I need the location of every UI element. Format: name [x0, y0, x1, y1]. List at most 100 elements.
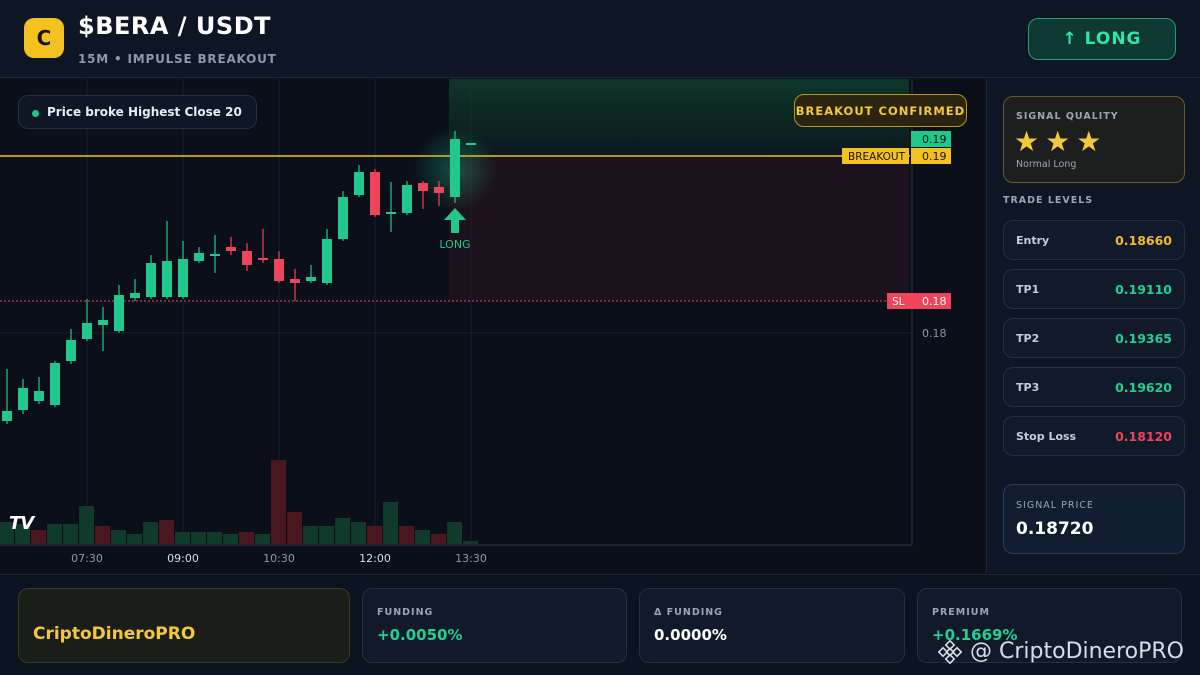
breakout-info-text: Price broke Highest Close 20 [47, 105, 242, 119]
candle-body [226, 247, 236, 251]
volume-bar [335, 518, 350, 544]
level-name: TP3 [1016, 381, 1040, 394]
candle-body [322, 239, 332, 283]
candle-body [2, 411, 12, 421]
signal-quality-title: SIGNAL QUALITY [1016, 111, 1119, 122]
footer: CriptoDineroPRO FUNDING +0.0050% Δ FUNDI… [0, 574, 1200, 675]
volume-bar [223, 534, 238, 544]
chart-canvas[interactable]: LONG 0.19 BREAKOUT 0.19 SL 0.18 0.18 07:… [0, 79, 985, 573]
volume-bar [383, 502, 398, 544]
level-row-tp1: TP1 0.19110 [1003, 269, 1185, 309]
level-value: 0.19110 [1115, 282, 1172, 297]
breakout-tag-label: BREAKOUT [848, 151, 906, 163]
metric-value: 0.0000% [654, 626, 727, 644]
signal-price-value: 0.18720 [1016, 519, 1094, 539]
candle-body [114, 295, 124, 331]
metric-label: Δ FUNDING [654, 607, 723, 618]
price-chart[interactable]: LONG 0.19 BREAKOUT 0.19 SL 0.18 0.18 07:… [0, 79, 985, 573]
candle-body [466, 143, 476, 145]
candle-body [306, 277, 316, 281]
candle-body [370, 172, 380, 215]
candle-body [50, 363, 60, 405]
candle-body [402, 185, 412, 213]
candle-body [242, 251, 252, 265]
level-name: TP1 [1016, 283, 1040, 296]
metric-label: PREMIUM [932, 607, 990, 618]
pair-subtitle: 15M • IMPULSE BREAKOUT [78, 52, 277, 66]
level-row-tp2: TP2 0.19365 [1003, 318, 1185, 358]
breakout-value: 0.19 [922, 150, 947, 163]
level-name: Stop Loss [1016, 430, 1077, 443]
candle-body [82, 323, 92, 339]
candle-body [338, 197, 348, 239]
funding-card: FUNDING +0.0050% [362, 588, 627, 663]
time-label: 13:30 [455, 552, 487, 565]
star-icon: ★ [1045, 125, 1073, 158]
current-price-value: 0.19 [922, 133, 947, 146]
level-value: 0.18120 [1115, 429, 1172, 444]
volume-bar [239, 532, 254, 544]
candle-body [178, 259, 188, 297]
candle-body [98, 320, 108, 325]
time-label: 10:30 [263, 552, 295, 565]
candle-body [130, 293, 140, 298]
candlesticks [2, 131, 476, 424]
brand-card: CriptoDineroPRO [18, 588, 350, 663]
volume-bar [463, 541, 478, 544]
signal-price-card: SIGNAL PRICE 0.18720 [1003, 484, 1185, 554]
candle-body [162, 261, 172, 297]
brand-name: CriptoDineroPRO [33, 624, 196, 644]
level-row-stop-loss: Stop Loss 0.18120 [1003, 416, 1185, 456]
volume-bar [111, 530, 126, 544]
status-dot-icon [32, 110, 39, 117]
metric-value: +0.0050% [377, 626, 463, 644]
header: C $BERA / USDT 15M • IMPULSE BREAKOUT ↑ … [0, 0, 1200, 78]
time-label: 07:30 [71, 552, 103, 565]
watermark: @ CriptoDineroPRO [938, 639, 1184, 664]
candle-body [66, 340, 76, 361]
volume-bar [367, 526, 382, 544]
volume-bar [399, 526, 414, 544]
binance-logo-icon [938, 639, 962, 664]
volume-bar [47, 524, 62, 544]
signal-quality-note: Normal Long [1016, 159, 1077, 170]
time-label: 12:00 [359, 552, 391, 565]
long-marker-label: LONG [439, 238, 470, 251]
volume-bar [127, 534, 142, 544]
breakout-info-pill: Price broke Highest Close 20 [18, 95, 257, 129]
level-value: 0.19365 [1115, 331, 1172, 346]
candle-body [386, 212, 396, 214]
watermark-text: @ CriptoDineroPRO [970, 639, 1184, 664]
candle-body [146, 263, 156, 297]
volume-bar [271, 460, 286, 544]
trade-levels-title: TRADE LEVELS [1003, 195, 1094, 206]
candle-body [434, 187, 444, 193]
level-row-tp3: TP3 0.19620 [1003, 367, 1185, 407]
level-value: 0.18660 [1115, 233, 1172, 248]
long-button[interactable]: ↑ LONG [1028, 18, 1176, 60]
metric-label: FUNDING [377, 607, 434, 618]
candle-body [194, 253, 204, 261]
star-icon: ★ [1014, 125, 1042, 158]
level-name: TP2 [1016, 332, 1040, 345]
tradingview-logo-icon: TV [9, 513, 34, 534]
axis-price-label: 0.18 [922, 327, 947, 340]
signal-quality-card: SIGNAL QUALITY ★ ★ ★ Normal Long [1003, 96, 1185, 183]
volume-bars [0, 460, 478, 544]
volume-bar [207, 532, 222, 544]
volume-bar [31, 530, 46, 544]
candle-body [450, 139, 460, 197]
candle-body [210, 254, 220, 256]
candle-body [354, 172, 364, 195]
candle-body [290, 279, 300, 283]
sl-tag-label: SL [892, 296, 905, 308]
volume-bar [415, 530, 430, 544]
level-name: Entry [1016, 234, 1050, 247]
candle-body [418, 183, 428, 191]
delta-funding-card: Δ FUNDING 0.0000% [639, 588, 905, 663]
volume-bar [95, 526, 110, 544]
volume-bar [431, 534, 446, 544]
level-row-entry: Entry 0.18660 [1003, 220, 1185, 260]
volume-bar [351, 522, 366, 544]
volume-bar [79, 506, 94, 544]
